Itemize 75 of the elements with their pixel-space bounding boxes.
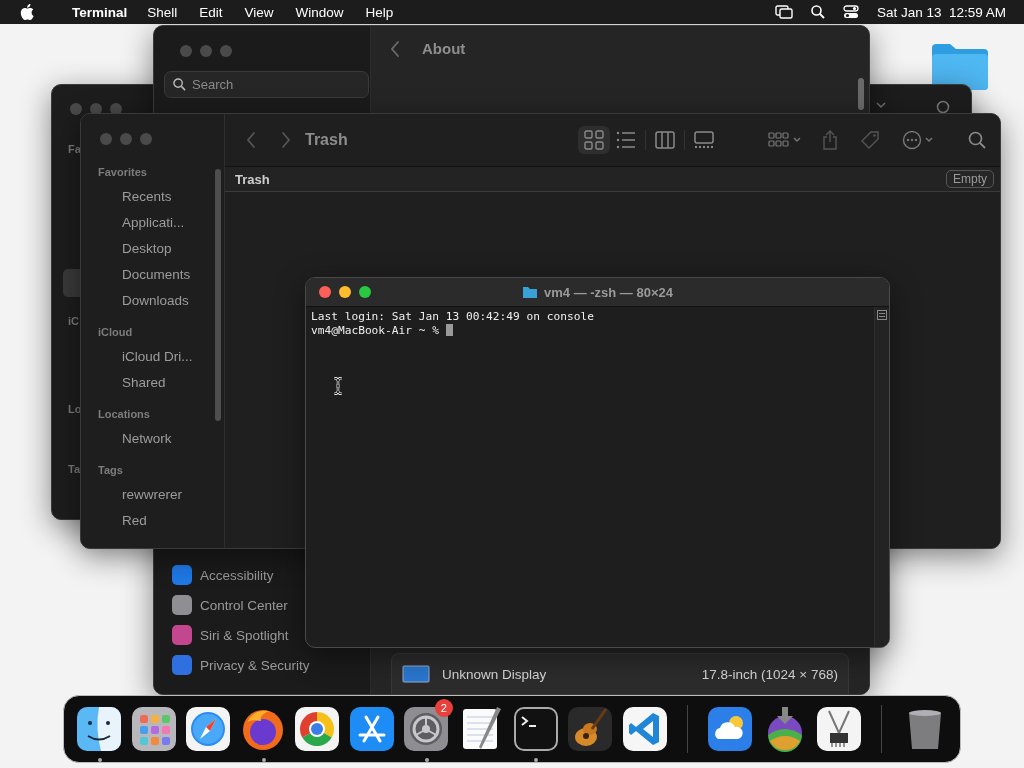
sidebar-item[interactable]: Downloads [98, 287, 224, 313]
app-icon[interactable] [511, 705, 560, 753]
menu-item[interactable]: Edit [199, 4, 223, 20]
scrollbar[interactable] [858, 78, 864, 110]
menu-item[interactable]: Window [295, 4, 344, 20]
sidebar-heading: Locations [98, 407, 151, 422]
i-beam-cursor-icon [333, 377, 343, 395]
display-row[interactable]: Unknown Display 17.8-inch (1024 × 768) [391, 653, 849, 694]
display-name: Unknown Display [442, 666, 547, 682]
app-icon[interactable] [75, 705, 124, 753]
display-size: 17.8-inch (1024 × 768) [701, 666, 838, 682]
sidebar-heading: Favorites [98, 165, 148, 180]
settings-sidebar-item[interactable]: Accessibility [164, 560, 274, 590]
empty-button[interactable]: Empty [946, 170, 994, 188]
sidebar-item[interactable]: Applicati... [98, 209, 224, 235]
sidebar-item[interactable]: Documents [98, 261, 224, 287]
search-icon[interactable] [810, 5, 825, 19]
list-icon [615, 130, 636, 150]
sidebar-item[interactable]: rewwrerer [98, 481, 224, 507]
settings-sidebar-item[interactable]: Control Center [164, 590, 288, 620]
app-icon[interactable] [402, 705, 451, 753]
menu-bar-clock[interactable]: Sat Jan 13 12:59 AM [876, 4, 1006, 20]
app-icon[interactable] [706, 705, 755, 753]
page-title: About [422, 40, 466, 57]
display-icon [402, 665, 430, 683]
app-icon[interactable] [566, 705, 615, 753]
menu-item[interactable]: Help [365, 4, 394, 20]
window-title: Trash [305, 131, 348, 149]
scroll-split-icon[interactable] [877, 310, 887, 320]
view-button[interactable] [577, 126, 610, 154]
sidebar-item[interactable]: iCloud Dri... [98, 343, 224, 369]
sidebar-heading: Tags [98, 463, 124, 478]
group-icon[interactable] [767, 131, 802, 149]
sidebar-item[interactable]: Red [98, 507, 224, 533]
sidebar-item[interactable]: Network [98, 425, 224, 451]
search-icon [173, 78, 186, 91]
screen-mirroring-icon[interactable] [774, 5, 793, 19]
back-icon[interactable] [391, 40, 400, 57]
search-field[interactable]: Search [164, 71, 369, 98]
shell-prompt: vm4@MacBook-Air ~ % [311, 324, 440, 337]
more-icon[interactable] [901, 130, 934, 150]
sidebar-item[interactable]: Recents [98, 183, 224, 209]
notification-badge: 2 [434, 699, 453, 717]
scrollbar[interactable] [215, 169, 221, 421]
folder-title: Trash [235, 171, 270, 187]
sidebar-item[interactable]: Shared [98, 369, 224, 395]
close-button[interactable] [319, 286, 331, 298]
minimize-button[interactable] [339, 286, 351, 298]
sidebar-item[interactable]: Desktop [98, 235, 224, 261]
app-icon[interactable] [184, 705, 233, 753]
caret-icon[interactable] [876, 101, 886, 109]
app-icon[interactable] [815, 705, 864, 753]
app-icon[interactable] [620, 705, 669, 753]
menu-item[interactable]: Shell [147, 4, 178, 20]
app-icon[interactable] [347, 705, 396, 753]
zoom-button[interactable] [359, 286, 371, 298]
text-cursor [445, 324, 453, 336]
menu-item[interactable]: View [244, 4, 274, 20]
settings-sidebar-item[interactable]: Privacy & Security [164, 650, 310, 680]
control-center-icon[interactable] [842, 5, 859, 19]
sidebar-heading: Fa [68, 143, 81, 155]
app-icon[interactable] [293, 705, 342, 753]
apple-icon[interactable] [20, 4, 34, 20]
icon-grid-icon [583, 130, 604, 150]
app-name-menu[interactable]: Terminal [72, 4, 128, 20]
sidebar-heading: iC [68, 315, 79, 327]
app-icon[interactable] [129, 705, 178, 753]
terminal-output: Last login: Sat Jan 13 00:42:49 on console [311, 310, 595, 324]
folder-icon [522, 285, 538, 299]
sidebar-heading: iCloud [98, 325, 134, 340]
gallery-icon [693, 130, 714, 150]
sidebar-heading: Ta [68, 463, 81, 475]
settings-sidebar-item[interactable]: Siri & Spotlight [164, 620, 289, 650]
columns-icon [654, 130, 675, 150]
window-title: vm4 — -zsh — 80×24 [544, 284, 673, 300]
